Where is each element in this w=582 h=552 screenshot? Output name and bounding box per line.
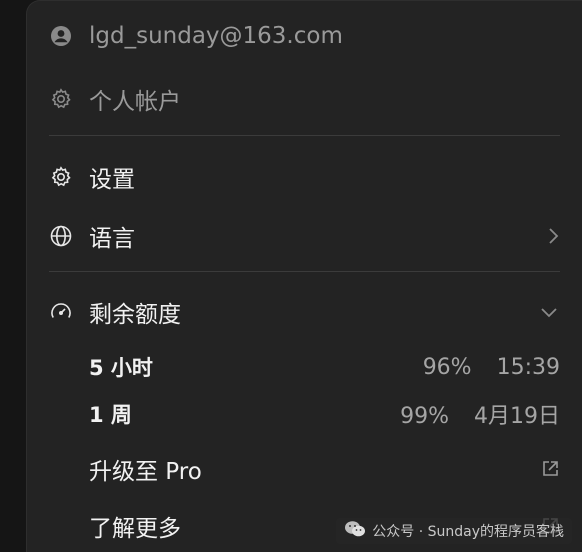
language-label: 语言 <box>89 226 135 252</box>
upgrade-pro-label: 升级至 Pro <box>89 459 202 485</box>
chevron-right-icon <box>546 225 560 247</box>
quota-row-percent: 96% <box>422 354 472 380</box>
settings-label: 设置 <box>89 167 135 193</box>
personal-account-item[interactable]: 个人帐户 <box>49 82 560 116</box>
quota-row-reset: 15:39 <box>496 354 560 380</box>
user-circle-icon <box>49 24 73 48</box>
quota-title: 剩余额度 <box>89 302 181 328</box>
quota-row-5h: 5 小时 96% 15:39 <box>89 352 560 382</box>
watermark-text: 公众号 · Sunday的程序员客栈 <box>372 524 564 540</box>
quota-row-reset: 4月19日 <box>474 404 560 429</box>
watermark: 公众号 · Sunday的程序员客栈 <box>336 518 572 544</box>
account-email: lgd_sunday@163.com <box>89 23 343 49</box>
quota-row-label: 5 小时 <box>89 356 153 380</box>
external-link-icon <box>540 459 560 479</box>
chevron-down-icon <box>538 305 560 319</box>
account-email-row: lgd_sunday@163.com <box>49 23 560 49</box>
settings-item[interactable]: 设置 <box>49 160 560 194</box>
gauge-icon <box>49 300 73 324</box>
globe-icon <box>49 224 73 248</box>
upgrade-pro-link[interactable]: 升级至 Pro <box>89 452 560 486</box>
personal-account-label: 个人帐户 <box>89 89 181 115</box>
wechat-icon <box>344 520 366 542</box>
gear-icon <box>49 87 73 111</box>
quota-row-percent: 99% <box>400 404 449 429</box>
quota-toggle[interactable]: 剩余额度 <box>49 295 560 329</box>
divider <box>49 271 560 272</box>
divider <box>49 135 560 136</box>
learn-more-label: 了解更多 <box>89 516 181 542</box>
language-item[interactable]: 语言 <box>49 219 560 253</box>
account-menu: lgd_sunday@163.com 个人帐户 设置 语言 剩余额度 5 小时 … <box>26 0 582 552</box>
quota-row-label: 1 周 <box>89 403 132 427</box>
gear-icon <box>49 165 73 189</box>
quota-row-week: 1 周 99% 4月19日 <box>89 398 560 430</box>
